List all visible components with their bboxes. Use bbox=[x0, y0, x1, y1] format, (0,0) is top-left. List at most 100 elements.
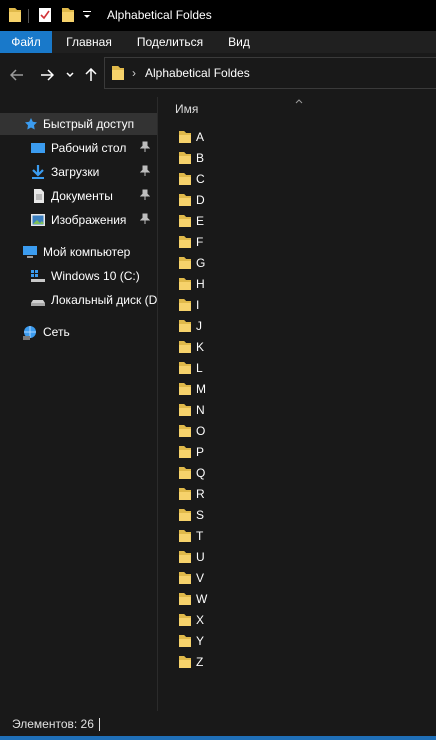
folder-row[interactable]: Y bbox=[176, 633, 376, 651]
folder-icon bbox=[178, 487, 192, 501]
folder-icon bbox=[178, 340, 192, 354]
taskbar-edge bbox=[0, 736, 436, 740]
column-header-name[interactable]: Имя bbox=[175, 102, 198, 116]
sidebar-item-this-pc[interactable]: Мой компьютер bbox=[0, 241, 157, 263]
folder-name: J bbox=[196, 319, 202, 333]
quick-access-separator bbox=[28, 9, 29, 23]
folder-name: S bbox=[196, 508, 205, 522]
tab-view[interactable]: Вид bbox=[222, 31, 256, 53]
folder-icon bbox=[178, 214, 192, 228]
sidebar-item-documents[interactable]: Документы bbox=[0, 185, 157, 207]
downloads-icon bbox=[30, 165, 46, 179]
folder-icon bbox=[178, 508, 192, 522]
sidebar-item-label: Windows 10 (C:) bbox=[51, 269, 140, 283]
folder-row[interactable]: I bbox=[176, 297, 376, 315]
folder-icon bbox=[178, 361, 192, 375]
folder-icon bbox=[178, 571, 192, 585]
new-folder-icon[interactable] bbox=[61, 7, 75, 26]
folder-row[interactable]: O bbox=[176, 423, 376, 441]
sidebar-item-network[interactable]: Сеть bbox=[0, 321, 157, 343]
folder-icon bbox=[178, 424, 192, 438]
folder-row[interactable]: F bbox=[176, 234, 376, 252]
folder-row[interactable]: V bbox=[176, 570, 376, 588]
sidebar-item-label: Документы bbox=[51, 189, 113, 203]
folder-row[interactable]: K bbox=[176, 339, 376, 357]
windows-drive-icon bbox=[30, 269, 46, 283]
folder-row[interactable]: C bbox=[176, 171, 376, 189]
item-count: Элементов: 26 bbox=[12, 717, 94, 731]
folder-name: H bbox=[196, 277, 205, 291]
network-icon bbox=[22, 325, 38, 340]
pin-icon[interactable] bbox=[139, 141, 151, 153]
folder-name: E bbox=[196, 214, 205, 228]
folder-name: I bbox=[196, 298, 200, 312]
breadcrumb-current[interactable]: Alphabetical Foldes bbox=[145, 66, 250, 80]
pictures-icon bbox=[30, 213, 46, 227]
folder-name: X bbox=[196, 613, 205, 627]
recent-locations-chevron-icon[interactable] bbox=[60, 65, 80, 85]
folder-row[interactable]: B bbox=[176, 150, 376, 168]
folder-name: T bbox=[196, 529, 204, 543]
folder-icon bbox=[178, 277, 192, 291]
star-icon bbox=[24, 117, 40, 131]
address-bar[interactable]: › Alphabetical Foldes bbox=[104, 57, 436, 89]
customize-quick-access-icon[interactable] bbox=[82, 9, 92, 24]
folder-icon bbox=[178, 655, 192, 669]
folder-row[interactable]: X bbox=[176, 612, 376, 630]
pin-icon[interactable] bbox=[139, 165, 151, 177]
tab-home[interactable]: Главная bbox=[60, 31, 118, 53]
folder-icon bbox=[178, 172, 192, 186]
back-arrow-icon[interactable] bbox=[7, 65, 27, 85]
folder-icon bbox=[178, 529, 192, 543]
documents-icon bbox=[32, 189, 48, 203]
folder-row[interactable]: W bbox=[176, 591, 376, 609]
folder-row[interactable]: S bbox=[176, 507, 376, 525]
folder-row[interactable]: G bbox=[176, 255, 376, 273]
sidebar-item-downloads[interactable]: Загрузки bbox=[0, 161, 157, 183]
folder-row[interactable]: N bbox=[176, 402, 376, 420]
folder-name: R bbox=[196, 487, 205, 501]
folder-icon bbox=[178, 151, 192, 165]
local-disk-icon bbox=[30, 293, 46, 307]
tab-file[interactable]: Файл bbox=[0, 31, 52, 53]
pin-icon[interactable] bbox=[139, 189, 151, 201]
pin-icon[interactable] bbox=[139, 213, 151, 225]
folder-row[interactable]: M bbox=[176, 381, 376, 399]
sidebar-item-pictures[interactable]: Изображения bbox=[0, 209, 157, 231]
folder-name: G bbox=[196, 256, 206, 270]
folder-row[interactable]: E bbox=[176, 213, 376, 231]
folder-name: B bbox=[196, 151, 205, 165]
folder-icon bbox=[178, 613, 192, 627]
folder-row[interactable]: Z bbox=[176, 654, 376, 672]
folder-row[interactable]: D bbox=[176, 192, 376, 210]
folder-row[interactable]: U bbox=[176, 549, 376, 567]
breadcrumb-chevron-icon[interactable]: › bbox=[132, 66, 136, 80]
folder-row[interactable]: T bbox=[176, 528, 376, 546]
sidebar-item-quick-access[interactable]: Быстрый доступ bbox=[0, 113, 157, 135]
folder-icon bbox=[178, 319, 192, 333]
folder-app-icon[interactable] bbox=[8, 7, 22, 26]
sidebar-item-label: Быстрый доступ bbox=[43, 117, 135, 131]
folder-name: L bbox=[196, 361, 203, 375]
up-arrow-icon[interactable] bbox=[81, 65, 101, 85]
tab-share[interactable]: Поделиться bbox=[132, 31, 208, 53]
folder-icon bbox=[178, 550, 192, 564]
folder-row[interactable]: H bbox=[176, 276, 376, 294]
folder-row[interactable]: P bbox=[176, 444, 376, 462]
forward-arrow-icon[interactable] bbox=[37, 65, 57, 85]
folder-icon bbox=[178, 403, 192, 417]
folder-icon bbox=[178, 466, 192, 480]
folder-row[interactable]: Q bbox=[176, 465, 376, 483]
folder-icon bbox=[178, 256, 192, 270]
folder-row[interactable]: A bbox=[176, 129, 376, 147]
folder-row[interactable]: J bbox=[176, 318, 376, 336]
folder-row[interactable]: R bbox=[176, 486, 376, 504]
folder-row[interactable]: L bbox=[176, 360, 376, 378]
ribbon-tabs: Файл Главная Поделиться Вид bbox=[0, 31, 436, 53]
folder-icon bbox=[178, 634, 192, 648]
properties-icon[interactable] bbox=[38, 7, 52, 26]
sidebar-item-desktop[interactable]: Рабочий стол bbox=[0, 137, 157, 159]
sidebar-item-drive-d[interactable]: Локальный диск (D bbox=[0, 289, 157, 311]
folder-icon bbox=[178, 298, 192, 312]
sidebar-item-drive-c[interactable]: Windows 10 (C:) bbox=[0, 265, 157, 287]
